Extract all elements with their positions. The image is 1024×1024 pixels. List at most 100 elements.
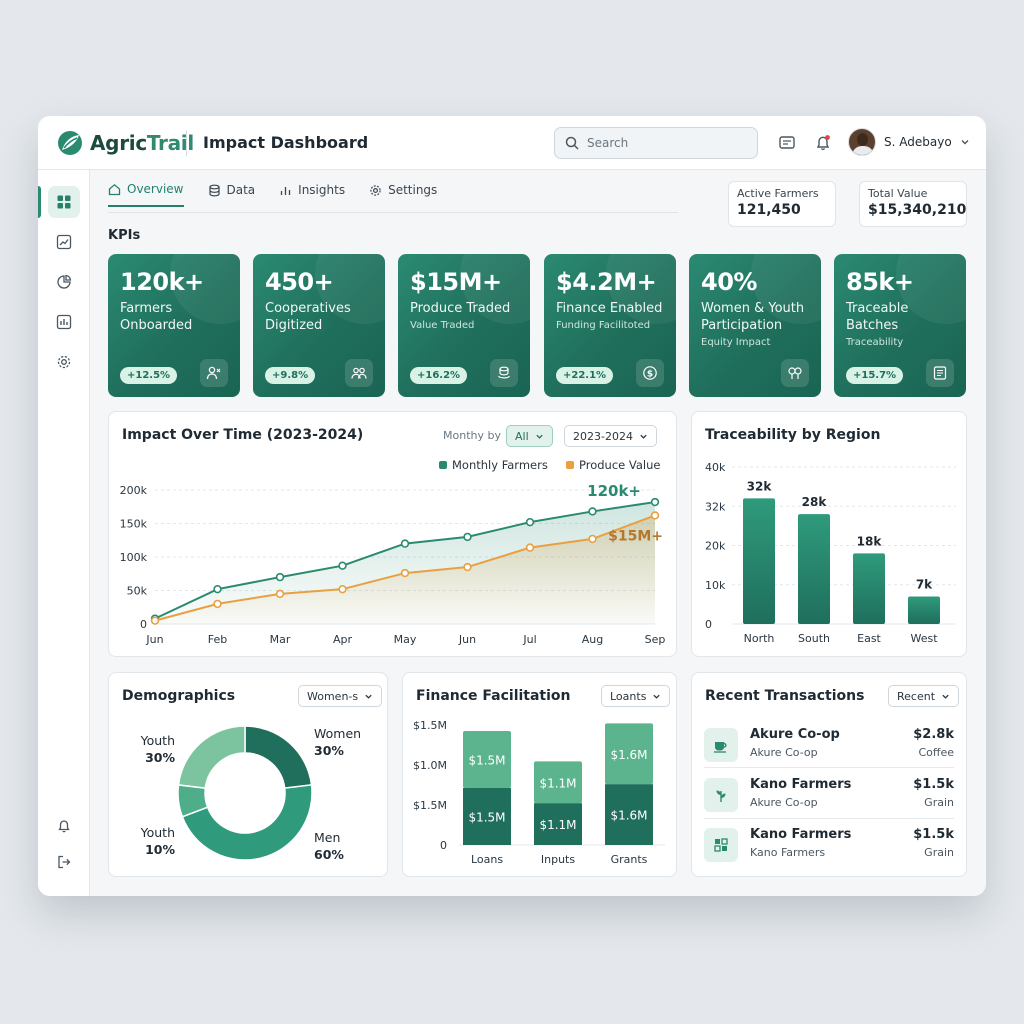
page-title: Impact Dashboard [203,133,369,152]
region-bar-chart: 0 10k 20k 32k 40k 32k North 28k South 18k East 7k We… [705,461,956,645]
bar-value-label: 7k [916,578,933,592]
ledger-icon [926,359,954,387]
donut-slice [244,725,313,790]
bar-chart-icon [56,314,72,330]
sidebar-item-trends[interactable] [48,226,80,258]
logo-text: AgricTrail [90,131,194,155]
transaction-name: Kano Farmers [750,827,852,842]
x-tick-label: Sep [645,633,666,646]
tab-settings[interactable]: Settings [369,182,437,207]
sidebar-item-analytics[interactable] [48,266,80,298]
sidebar-item-dashboard[interactable] [48,186,80,218]
impact-over-time-card: Impact Over Time (2023-2024) Monthy by A… [108,411,677,657]
kpi-card-cooperatives[interactable]: 450+ Cooperatives Digitized +9.8% [253,254,385,397]
bar [798,514,830,624]
data-point [463,532,472,542]
grid-icon [704,828,738,862]
data-point [150,616,160,625]
tab-label: Data [226,183,256,197]
demographics-donut-chart: Women 30% Men 60% Youth 10% Youth 30% [140,725,361,862]
data-point [275,589,285,599]
data-point [338,584,347,594]
total-value-stat: Total Value $15,340,210 [859,181,967,227]
y-tick-label: $1.5M [413,719,447,732]
card-title: Recent Transactions [705,688,865,704]
bar-value-label: 32k [747,479,773,493]
x-tick-label: Apr [333,633,353,646]
data-point [650,497,660,507]
slice-name-label: Men [314,830,340,845]
transaction-source: Kano Farmers [750,846,826,859]
bar [853,553,885,624]
transaction-amount: $2.8k [913,727,954,742]
gender-icon [781,359,809,387]
tab-overview[interactable]: Overview [108,182,184,207]
slice-name-label: Women [314,726,361,741]
header-divider [186,130,187,156]
data-point [650,511,660,520]
tab-insights[interactable]: Insights [279,182,345,207]
transactions-select[interactable]: Recent [888,685,960,707]
messages-icon[interactable] [776,132,798,154]
app-logo[interactable]: AgricTrail [56,129,194,157]
data-point [213,599,222,609]
svg-text:$: $ [647,369,653,379]
kpi-growth-badge: +9.8% [265,367,316,384]
kpi-growth-badge: +22.1% [556,367,614,384]
impact-line-chart: 0 50k 100k 150k 200k Jun Feb Mar Apr May Jun Jul Aug… [120,458,666,646]
legend-swatch [566,461,574,469]
sidebar-item-reports[interactable] [48,306,80,338]
sidebar-active-indicator [38,186,41,218]
data-point [275,572,285,582]
legend-label: Produce Value [579,458,660,472]
x-tick-label: Jun [458,633,476,646]
kpi-card-women-youth[interactable]: 40% Women & Youth Participation Equity I… [689,254,821,397]
tab-label: Insights [298,183,346,197]
y-tick-label: 0 [440,839,447,852]
sidebar-item-notifications[interactable] [48,810,80,842]
pie-chart-icon [57,274,72,289]
kpi-card-traceable[interactable]: 85k+ Traceable Batches Traceability +15.… [834,254,966,397]
slice-name-label: Youth [140,733,175,748]
legend-label: Monthly Farmers [452,458,548,472]
kpi-growth-badge: +15.7% [846,367,904,384]
row-divider [704,818,954,819]
x-tick-label: Jun [145,633,163,646]
bar [908,596,940,624]
kpi-card-produce[interactable]: $15M+ Produce Traded Value Traded +16.2% [398,254,530,397]
bar [743,498,775,624]
transaction-row[interactable]: Kano Farmers Kano Farmers $1.5k Grain [704,825,954,871]
search-input[interactable] [587,136,737,150]
data-point [588,507,597,516]
coffee-icon [704,728,738,762]
leaf-logo-icon [58,131,82,155]
x-tick-label: East [857,632,881,645]
transaction-category: Grain [924,796,954,809]
data-point [525,517,535,527]
segment-value-label: $1.6M [610,748,647,762]
traceability-by-region-card: Traceability by Region 0 10k 20k 32k 40k 32k N… [691,411,967,657]
tab-data[interactable]: Data [208,182,256,207]
sidebar [38,170,90,896]
kpi-card-finance[interactable]: $4.2M+ Finance Enabled Funding Facilitot… [544,254,676,397]
search-box[interactable] [554,127,758,159]
sidebar-item-logout[interactable] [48,846,80,878]
transaction-row[interactable]: Kano Farmers Akure Co-op $1.5k Grain [704,775,954,821]
stat-label: Active Farmers [737,187,819,200]
kpi-value: 450+ [265,268,334,296]
kpi-value: 120k+ [120,268,204,296]
demographics-card: Demographics Women-s Women 30% Men 60% Youth… [108,672,388,877]
notification-bell-icon[interactable] [812,132,834,154]
x-tick-label: Feb [208,633,227,646]
segment-value-label: $1.5M [468,811,505,825]
transaction-amount: $1.5k [913,777,954,792]
sidebar-item-settings[interactable] [48,346,80,378]
leaf-icon [704,778,738,812]
transaction-row[interactable]: Akure Co-op Akure Co-op $2.8k Coffee [704,725,954,771]
slice-percent-label: 60% [314,847,344,862]
data-point [525,543,535,552]
user-menu[interactable]: S. Adebayo [848,128,970,156]
kpi-card-farmers[interactable]: 120k+ Farmers Onboarded +12.5% [108,254,240,397]
data-point [338,561,347,570]
legend-swatch [439,461,447,469]
